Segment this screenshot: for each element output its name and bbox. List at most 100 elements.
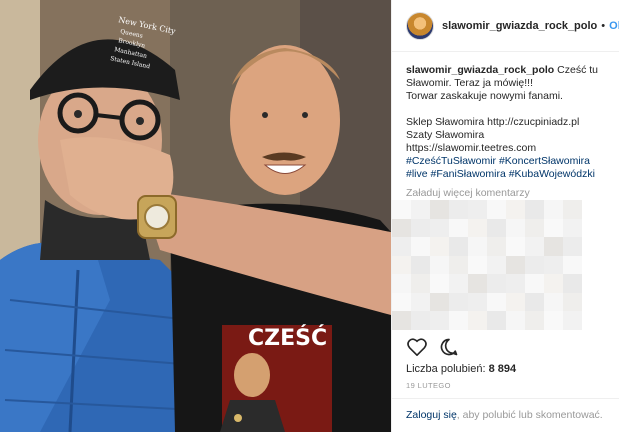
action-bar xyxy=(392,334,619,360)
pixelated-cell xyxy=(392,292,411,312)
pixelated-cell xyxy=(525,218,544,238)
pixelated-cell xyxy=(601,200,619,219)
pixelated-cell xyxy=(544,255,563,275)
pixelated-cell xyxy=(468,292,487,312)
pixelated-cell xyxy=(430,255,449,275)
pixelated-cell xyxy=(544,218,563,238)
pixelated-cell xyxy=(411,218,430,238)
pixelated-cell xyxy=(525,200,544,219)
pixelated-cell xyxy=(449,218,468,238)
pixelated-cell xyxy=(449,237,468,257)
pixelated-cell xyxy=(525,237,544,257)
pixelated-cell xyxy=(430,311,449,330)
pixelated-cell xyxy=(544,292,563,312)
post-photo[interactable]: New York City Queens Brooklyn Manhattan … xyxy=(0,0,391,432)
pixelated-cell xyxy=(601,292,619,312)
likes-count: Liczba polubień: 8 894 xyxy=(406,363,516,375)
pixelated-cell xyxy=(468,255,487,275)
pixelated-comments xyxy=(392,200,619,330)
pixelated-cell xyxy=(563,311,582,330)
pixelated-cell xyxy=(392,274,411,294)
pixelated-cell xyxy=(544,311,563,330)
caption-text-line: https://slawomir.teetres.com xyxy=(406,142,537,154)
login-link[interactable]: Zaloguj się xyxy=(406,409,457,421)
caption-text-line: Cześć tu xyxy=(557,64,598,76)
pixelated-cell xyxy=(544,237,563,257)
pixelated-cell xyxy=(506,237,525,257)
caption-username[interactable]: slawomir_gwiazda_rock_polo xyxy=(406,64,554,76)
likes-value[interactable]: 8 894 xyxy=(489,363,517,375)
pixelated-cell xyxy=(563,200,582,219)
caption-text-line: Szaty Sławomira xyxy=(406,129,485,141)
pixelated-cell xyxy=(449,255,468,275)
header-username[interactable]: slawomir_gwiazda_rock_polo xyxy=(442,20,597,32)
pixelated-cell xyxy=(411,255,430,275)
pixelated-cell xyxy=(487,311,506,330)
pixelated-cell xyxy=(487,274,506,294)
pixelated-cell xyxy=(449,292,468,312)
post-date: 19 LUTEGO xyxy=(406,381,451,390)
pixelated-cell xyxy=(525,292,544,312)
pixelated-cell xyxy=(430,274,449,294)
pixelated-cell xyxy=(468,237,487,257)
pixelated-cell xyxy=(487,255,506,275)
pixelated-cell xyxy=(411,200,430,219)
pixelated-cell xyxy=(601,218,619,238)
avatar[interactable] xyxy=(406,11,434,40)
pixelated-cell xyxy=(392,237,411,257)
load-more-comments-button[interactable]: Załaduj więcej komentarzy xyxy=(406,187,607,200)
pixelated-cell xyxy=(468,218,487,238)
pixelated-cell xyxy=(430,218,449,238)
pixelated-cell xyxy=(563,292,582,312)
pixelated-cell xyxy=(563,255,582,275)
pixelated-cell xyxy=(582,200,601,219)
pixelated-cell xyxy=(601,237,619,257)
pixelated-cell xyxy=(449,274,468,294)
pixelated-cell xyxy=(601,311,619,330)
pixelated-cell xyxy=(487,200,506,219)
pixelated-cell xyxy=(392,218,411,238)
pixelated-cell xyxy=(430,292,449,312)
instagram-post: New York City Queens Brooklyn Manhattan … xyxy=(0,0,619,432)
pixelated-cell xyxy=(468,274,487,294)
caption-hashtags[interactable]: #live #FaniSławomira #KubaWojewódzki xyxy=(406,168,607,181)
heart-icon[interactable] xyxy=(406,336,428,358)
pixelated-cell xyxy=(468,311,487,330)
header-separator: • xyxy=(601,19,606,32)
pixelated-cell xyxy=(411,311,430,330)
photo-illustration: New York City Queens Brooklyn Manhattan … xyxy=(0,0,391,432)
pixelated-cell xyxy=(582,218,601,238)
comments-section: slawomir_gwiazda_rock_polo Cześć tu Sław… xyxy=(392,52,619,200)
pixelated-cell xyxy=(392,200,411,219)
pixelated-cell xyxy=(430,200,449,219)
pixelated-cell xyxy=(544,274,563,294)
follow-button[interactable]: Obser xyxy=(609,20,619,32)
pixelated-cell xyxy=(449,311,468,330)
comment-icon[interactable] xyxy=(438,336,460,358)
pixelated-cell xyxy=(411,237,430,257)
pixelated-cell xyxy=(525,311,544,330)
caption-text-line: Sklep Sławomira http://czucpiniadz.pl xyxy=(406,116,580,128)
pixelated-cell xyxy=(430,237,449,257)
pixelated-cell xyxy=(525,274,544,294)
pixelated-cell xyxy=(487,292,506,312)
pixelated-cell xyxy=(563,274,582,294)
login-prompt: Zaloguj się, aby polubić lub skomentować… xyxy=(392,398,619,432)
pixelated-cell xyxy=(468,200,487,219)
pixelated-cell xyxy=(582,292,601,312)
pixelated-cell xyxy=(392,311,411,330)
pixelated-cell xyxy=(582,311,601,330)
caption-text-line: Torwar zaskakuje nowymi fanami. xyxy=(406,90,563,102)
likes-label: Liczba polubień: xyxy=(406,363,486,375)
pixelated-cell xyxy=(601,255,619,275)
pixelated-cell xyxy=(506,292,525,312)
post-sidebar: slawomir_gwiazda_rock_polo • Obser slawo… xyxy=(391,0,619,432)
caption-hashtags[interactable]: #CześćTuSławomir #KoncertSławomira xyxy=(406,155,607,168)
pixelated-cell xyxy=(601,274,619,294)
pixelated-cell xyxy=(411,274,430,294)
shirt-text: CZEŚĆ xyxy=(248,325,327,351)
pixelated-cell xyxy=(506,311,525,330)
post-header: slawomir_gwiazda_rock_polo • Obser xyxy=(392,0,619,52)
pixelated-cell xyxy=(506,255,525,275)
